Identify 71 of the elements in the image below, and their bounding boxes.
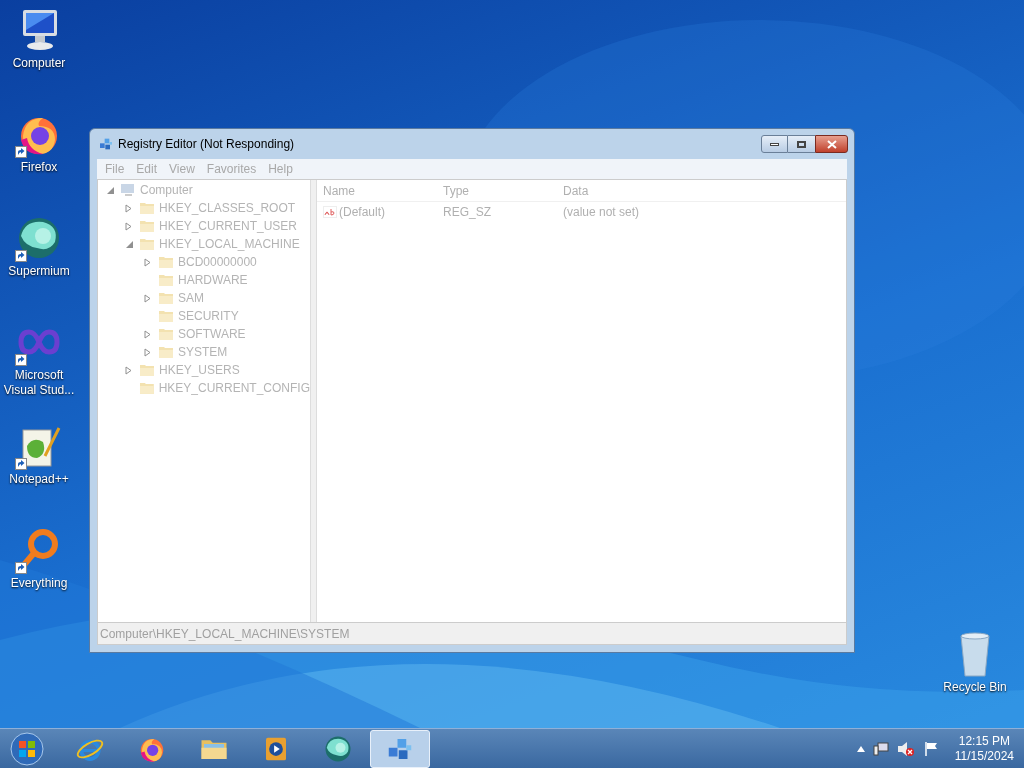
minimize-button[interactable] <box>761 135 788 153</box>
menu-item[interactable]: File <box>99 160 131 178</box>
desktop-icon-label[interactable]: Supermium <box>8 264 70 279</box>
table-cell-text: (Default) <box>339 204 385 221</box>
tree-item[interactable]: HKEY_CURRENT_CONFIG <box>158 379 310 397</box>
tree-item[interactable]: Computer <box>140 181 193 199</box>
collapse-arrow-icon[interactable] <box>125 239 134 249</box>
tree-item[interactable]: HKEY_USERS <box>159 361 240 379</box>
expand-arrow-icon[interactable] <box>125 365 132 375</box>
desktop-icon-label[interactable]: Notepad++ <box>9 472 69 487</box>
maximize-button[interactable] <box>788 135 815 153</box>
tree-item[interactable]: HKEY_CURRENT_USER <box>159 217 298 235</box>
muted-speaker-icon[interactable] <box>896 740 915 757</box>
menu-item[interactable]: Favorites <box>200 160 263 178</box>
folder-icon <box>139 237 155 251</box>
registry-cubes-icon[interactable] <box>98 136 114 152</box>
flag-icon[interactable] <box>922 740 939 757</box>
tree-item[interactable]: BCD00000000 <box>178 253 257 271</box>
tree-item[interactable]: HARDWARE <box>178 271 248 289</box>
table-cell-text: (value not set) <box>562 204 640 221</box>
shortcut-arrow-icon <box>15 562 27 574</box>
tree-item[interactable]: HKEY_CLASSES_ROOT <box>159 199 296 217</box>
folder-icon <box>158 255 174 269</box>
table-cell-text: REG_SZ <box>442 204 492 221</box>
close-icon <box>826 139 837 149</box>
expand-arrow-icon[interactable] <box>125 203 132 213</box>
folder-icon <box>138 381 155 395</box>
folder-icon <box>158 345 174 359</box>
expand-arrow-icon[interactable] <box>144 293 151 303</box>
expand-arrow-icon[interactable] <box>144 257 151 267</box>
tree-item[interactable]: SYSTEM <box>178 343 228 361</box>
desktop-icon-label[interactable]: Recycle Bin <box>943 678 1007 696</box>
network-icon[interactable] <box>872 740 889 757</box>
folder-icon <box>158 273 174 287</box>
clock-date[interactable]: 11/15/2024 <box>954 748 1014 764</box>
desktop-icon-label[interactable]: Computer <box>12 56 66 71</box>
menu-item[interactable]: Help <box>262 160 299 178</box>
string-value-icon <box>323 206 337 218</box>
folder-icon <box>139 219 155 233</box>
tree-item[interactable]: HKEY_LOCAL_MACHINE <box>159 235 300 253</box>
close-button[interactable] <box>815 135 848 153</box>
column-header[interactable]: Data <box>557 181 677 200</box>
menu-item[interactable]: View <box>163 160 201 178</box>
computer-icon <box>120 183 136 197</box>
desktop-icon-label[interactable]: Everything <box>10 576 68 591</box>
tree-item[interactable]: SOFTWARE <box>178 325 246 343</box>
folder-icon <box>139 363 155 377</box>
column-header[interactable]: Name <box>317 181 437 200</box>
shortcut-arrow-icon <box>15 250 27 262</box>
collapse-arrow-icon[interactable] <box>106 185 115 195</box>
shortcut-arrow-icon <box>15 146 27 158</box>
expand-arrow-icon[interactable] <box>144 347 151 357</box>
tree-item[interactable]: SECURITY <box>178 307 239 325</box>
show-hidden-icons-icon[interactable] <box>856 745 865 752</box>
folder-icon <box>158 327 174 341</box>
window-title: Registry Editor (Not Responding) <box>118 136 295 153</box>
column-header[interactable]: Type <box>437 181 557 200</box>
folder-icon <box>158 291 174 305</box>
status-bar-text: Computer\HKEY_LOCAL_MACHINE\SYSTEM <box>100 625 350 643</box>
menu-item[interactable]: Edit <box>130 160 164 178</box>
shortcut-arrow-icon <box>15 458 27 470</box>
folder-icon <box>158 309 174 323</box>
desktop-icon-label[interactable]: Microsoft Visual Stud... <box>0 368 78 398</box>
folder-icon <box>139 201 155 215</box>
shortcut-arrow-icon <box>15 354 27 366</box>
taskbar-button[interactable] <box>370 729 430 768</box>
expand-arrow-icon[interactable] <box>125 221 132 231</box>
expand-arrow-icon[interactable] <box>144 329 151 339</box>
clock-time[interactable]: 12:15 PM <box>958 733 1011 749</box>
tree-item[interactable]: SAM <box>178 289 204 307</box>
desktop-icon-label[interactable]: Firefox <box>20 160 58 175</box>
